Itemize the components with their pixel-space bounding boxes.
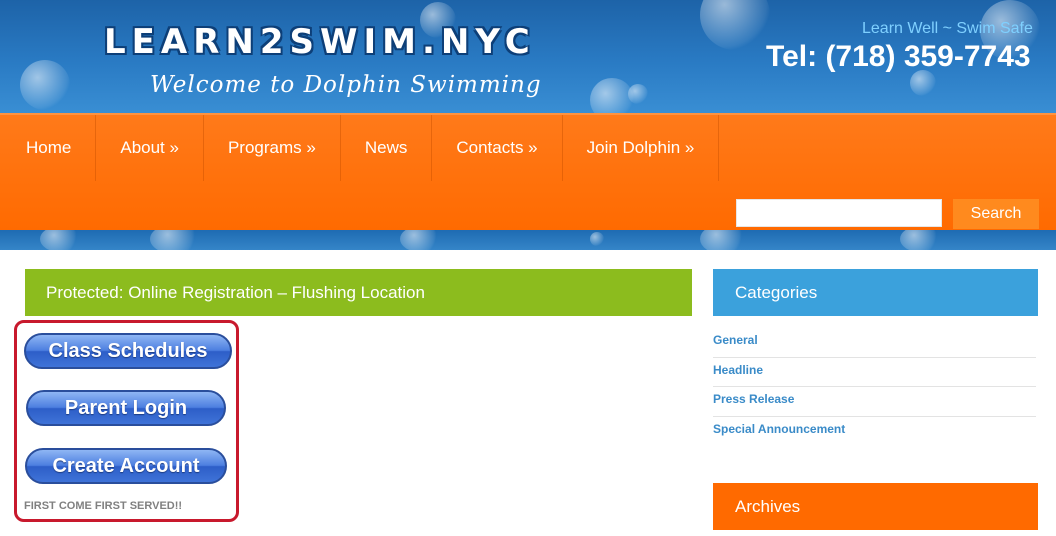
archives-title: Archives (735, 497, 801, 516)
search-input[interactable] (736, 199, 942, 227)
nav-news[interactable]: News (341, 115, 433, 181)
site-logo[interactable]: LEARN2SWIM.NYC (104, 22, 536, 62)
nav-programs[interactable]: Programs » (204, 115, 341, 181)
nav-contacts[interactable]: Contacts » (432, 115, 563, 181)
bubble-decoration (628, 84, 648, 104)
post-title-bar: Protected: Online Registration – Flushin… (25, 269, 692, 316)
nav-menu: Home About » Programs » News Contacts » … (2, 115, 720, 181)
phone-number: Tel: (718) 359-7743 (766, 40, 1031, 73)
class-schedules-button[interactable]: Class Schedules (24, 333, 232, 369)
bubble-decoration (590, 232, 604, 246)
water-strip (0, 230, 1056, 250)
site-header: LEARN2SWIM.NYC Welcome to Dolphin Swimmi… (0, 0, 1056, 115)
site-tagline: Welcome to Dolphin Swimming (150, 72, 542, 98)
site-slogan: Learn Well ~ Swim Safe (862, 20, 1033, 37)
bubble-decoration (700, 230, 746, 250)
parent-login-button[interactable]: Parent Login (26, 390, 226, 426)
categories-list: General Headline Press Release Special A… (713, 328, 1036, 446)
post-title[interactable]: Protected: Online Registration – Flushin… (46, 269, 425, 316)
categories-header: Categories (713, 269, 1038, 316)
bubble-decoration (400, 230, 440, 250)
category-general[interactable]: General (713, 328, 1036, 358)
nav-home[interactable]: Home (2, 115, 97, 181)
category-special-announcement[interactable]: Special Announcement (713, 417, 1036, 447)
first-come-note: FIRST COME FIRST SERVED!! (24, 500, 183, 512)
bubble-decoration (700, 0, 770, 50)
category-headline[interactable]: Headline (713, 358, 1036, 387)
nav-join-dolphin[interactable]: Join Dolphin » (563, 115, 720, 181)
category-press-release[interactable]: Press Release (713, 387, 1036, 417)
main-navigation: Home About » Programs » News Contacts » … (0, 113, 1056, 232)
bubble-decoration (150, 230, 200, 250)
bubble-decoration (900, 230, 940, 250)
categories-title: Categories (735, 283, 818, 302)
archives-header: Archives (713, 483, 1038, 530)
search-button[interactable]: Search (953, 199, 1039, 229)
create-account-button[interactable]: Create Account (25, 448, 227, 484)
nav-about[interactable]: About » (96, 115, 204, 181)
bubble-decoration (40, 230, 80, 250)
bubble-decoration (20, 60, 70, 110)
